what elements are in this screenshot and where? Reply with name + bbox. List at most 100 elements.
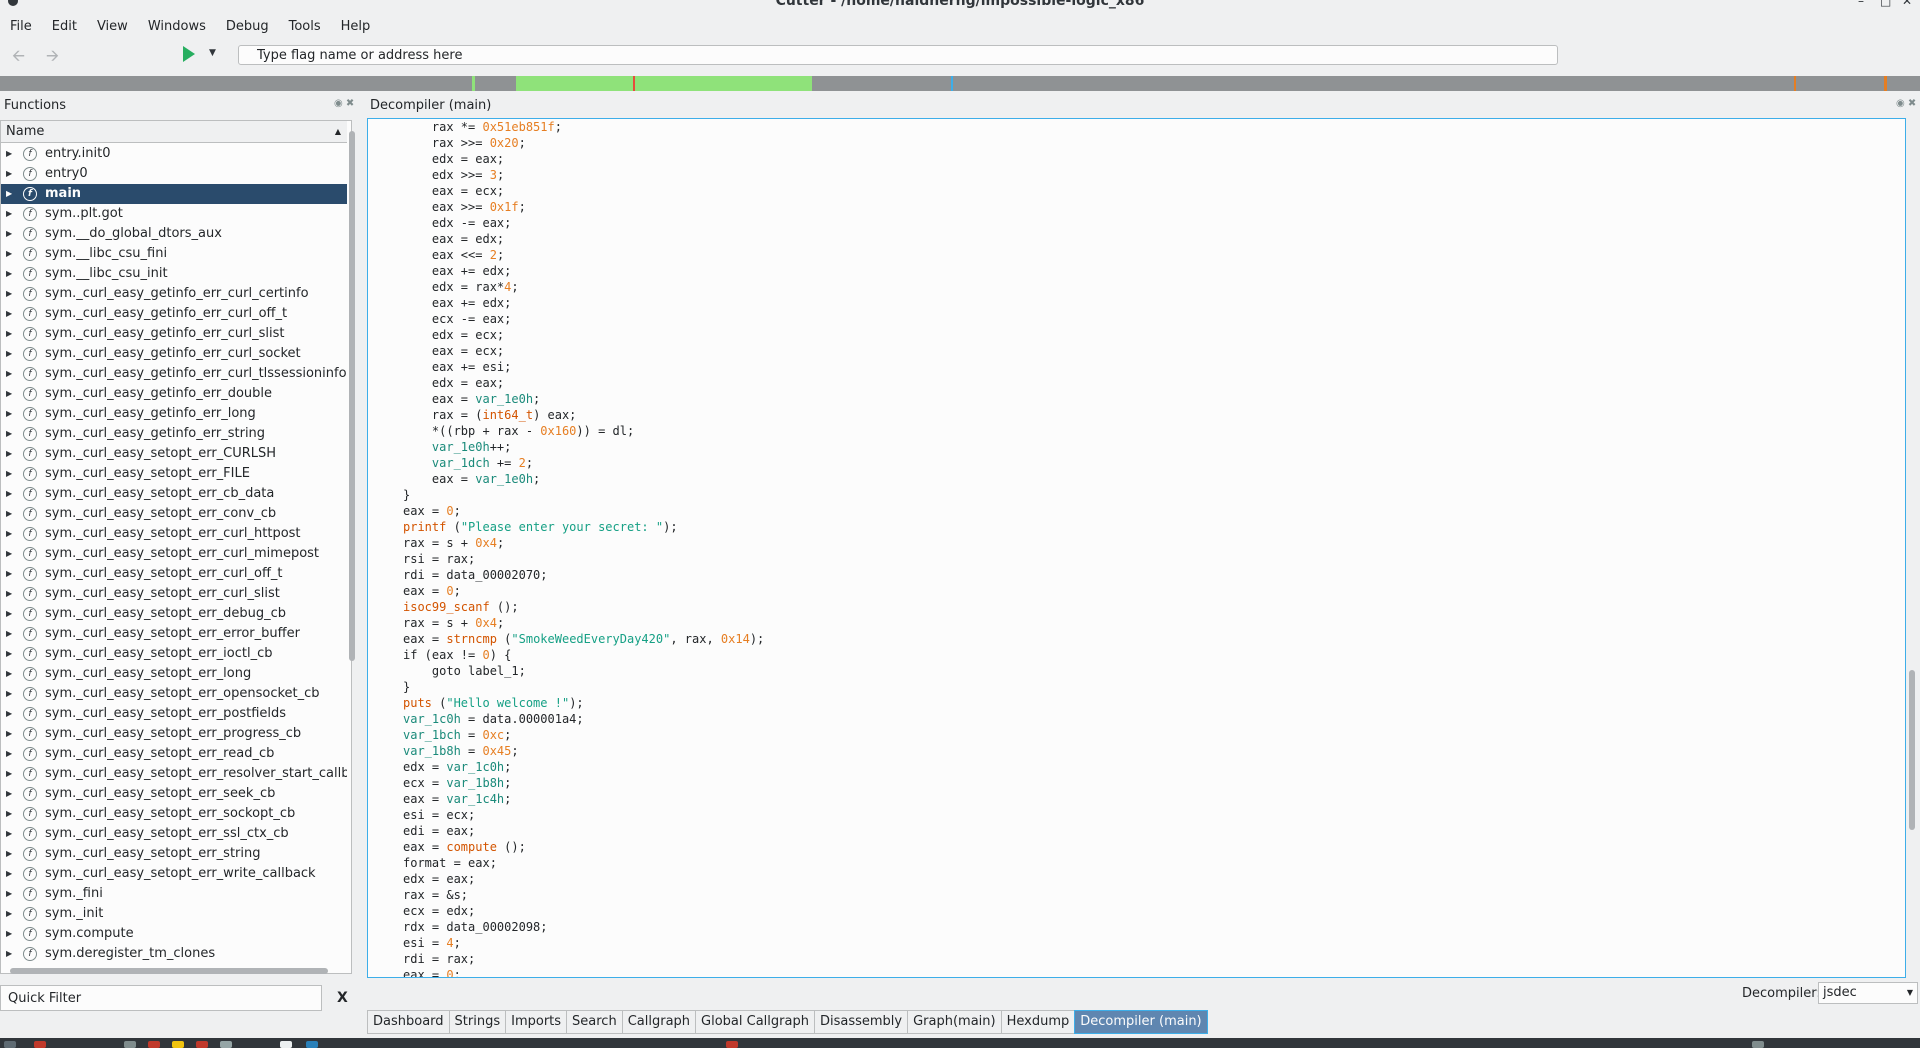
function-item[interactable]: ▶ f sym._curl_easy_setopt_err_write_callba… <box>1 864 347 884</box>
expand-arrow-icon[interactable]: ▶ <box>6 844 12 864</box>
menu-tools[interactable]: Tools <box>279 19 331 34</box>
taskbar-app-icon[interactable] <box>280 1041 292 1048</box>
expand-arrow-icon[interactable]: ▶ <box>6 624 12 644</box>
function-item[interactable]: ▶ f sym._curl_easy_setopt_err_error_buffer <box>1 624 347 644</box>
menu-windows[interactable]: Windows <box>138 19 216 34</box>
function-item[interactable]: ▶ f entry.init0 <box>1 144 347 164</box>
tab-imports[interactable]: Imports <box>505 1010 567 1034</box>
function-item[interactable]: ▶ f sym._curl_easy_setopt_err_CURLSH <box>1 444 347 464</box>
tab-hexdump[interactable]: Hexdump <box>1000 1010 1075 1034</box>
expand-arrow-icon[interactable]: ▶ <box>6 404 12 424</box>
quick-filter-input[interactable] <box>0 985 322 1011</box>
function-item[interactable]: ▶ f sym._curl_easy_setopt_err_opensocket_c… <box>1 684 347 704</box>
expand-arrow-icon[interactable]: ▶ <box>6 864 12 884</box>
expand-arrow-icon[interactable]: ▶ <box>6 244 12 264</box>
function-item[interactable]: ▶ f main <box>1 184 347 204</box>
dock-float-close-icon[interactable]: ◉ ✖ <box>1896 98 1916 109</box>
function-item[interactable]: ▶ f sym._curl_easy_setopt_err_ssl_ctx_cb <box>1 824 347 844</box>
dock-float-close-icon[interactable]: ◉ ✖ <box>334 98 354 109</box>
function-item[interactable]: ▶ f sym._curl_easy_getinfo_err_curl_certin… <box>1 284 347 304</box>
expand-arrow-icon[interactable]: ▶ <box>6 744 12 764</box>
taskbar-app-icon[interactable] <box>726 1041 738 1048</box>
expand-arrow-icon[interactable]: ▶ <box>6 164 12 184</box>
function-item[interactable]: ▶ f sym._fini <box>1 884 347 904</box>
expand-arrow-icon[interactable]: ▶ <box>6 384 12 404</box>
taskbar-app-icon[interactable] <box>172 1041 184 1048</box>
expand-arrow-icon[interactable]: ▶ <box>6 324 12 344</box>
menu-view[interactable]: View <box>87 19 138 34</box>
menu-file[interactable]: File <box>0 19 42 34</box>
tab-callgraph[interactable]: Callgraph <box>621 1010 696 1034</box>
expand-arrow-icon[interactable]: ▶ <box>6 904 12 924</box>
function-item[interactable]: ▶ f sym.__libc_csu_fini <box>1 244 347 264</box>
function-item[interactable]: ▶ f sym._curl_easy_setopt_err_seek_cb <box>1 784 347 804</box>
functions-horizontal-scrollbar[interactable] <box>0 966 346 976</box>
function-item[interactable]: ▶ f sym._curl_easy_setopt_err_debug_cb <box>1 604 347 624</box>
function-item[interactable]: ▶ f entry0 <box>1 164 347 184</box>
function-item[interactable]: ▶ f sym.compute <box>1 924 347 944</box>
maximize-icon[interactable]: □ <box>1880 0 1891 8</box>
expand-arrow-icon[interactable]: ▶ <box>6 784 12 804</box>
chevron-down-icon[interactable]: ▼ <box>209 48 216 58</box>
function-item[interactable]: ▶ f sym._curl_easy_setopt_err_curl_httpost <box>1 524 347 544</box>
expand-arrow-icon[interactable]: ▶ <box>6 944 12 962</box>
expand-arrow-icon[interactable]: ▶ <box>6 144 12 164</box>
expand-arrow-icon[interactable]: ▶ <box>6 364 12 384</box>
expand-arrow-icon[interactable]: ▶ <box>6 304 12 324</box>
expand-arrow-icon[interactable]: ▶ <box>6 684 12 704</box>
function-item[interactable]: ▶ f sym._curl_easy_getinfo_err_curl_slist <box>1 324 347 344</box>
expand-arrow-icon[interactable]: ▶ <box>6 204 12 224</box>
tab-strings[interactable]: Strings <box>448 1010 506 1034</box>
function-item[interactable]: ▶ f sym.__libc_csu_init <box>1 264 347 284</box>
expand-arrow-icon[interactable]: ▶ <box>6 604 12 624</box>
menu-help[interactable]: Help <box>331 19 381 34</box>
start-menu-icon[interactable] <box>4 1041 16 1048</box>
expand-arrow-icon[interactable]: ▶ <box>6 704 12 724</box>
decompiler-select[interactable]: jsdec ▼ <box>1818 982 1918 1004</box>
close-icon[interactable]: ✕ <box>1902 0 1912 8</box>
expand-arrow-icon[interactable]: ▶ <box>6 344 12 364</box>
expand-arrow-icon[interactable]: ▶ <box>6 424 12 444</box>
function-item[interactable]: ▶ f sym._curl_easy_getinfo_err_double <box>1 384 347 404</box>
function-item[interactable]: ▶ f sym._curl_easy_getinfo_err_curl_socket <box>1 344 347 364</box>
taskbar-app-icon[interactable] <box>148 1041 160 1048</box>
expand-arrow-icon[interactable]: ▶ <box>6 184 12 204</box>
function-item[interactable]: ▶ f sym._curl_easy_setopt_err_sockopt_cb <box>1 804 347 824</box>
function-item[interactable]: ▶ f sym._curl_easy_setopt_err_curl_mimepos… <box>1 544 347 564</box>
expand-arrow-icon[interactable]: ▶ <box>6 924 12 944</box>
expand-arrow-icon[interactable]: ▶ <box>6 764 12 784</box>
function-item[interactable]: ▶ f sym.deregister_tm_clones <box>1 944 347 962</box>
back-icon[interactable]: 🡨 <box>12 45 25 67</box>
tab-decompiler-main[interactable]: Decompiler (main) <box>1074 1010 1208 1034</box>
start-debug-icon[interactable] <box>183 46 195 62</box>
name-column-header[interactable]: Name ▲ <box>1 121 347 143</box>
function-item[interactable]: ▶ f sym._curl_easy_setopt_err_FILE <box>1 464 347 484</box>
expand-arrow-icon[interactable]: ▶ <box>6 804 12 824</box>
function-item[interactable]: ▶ f sym._curl_easy_setopt_err_postfields <box>1 704 347 724</box>
expand-arrow-icon[interactable]: ▶ <box>6 444 12 464</box>
expand-arrow-icon[interactable]: ▶ <box>6 504 12 524</box>
expand-arrow-icon[interactable]: ▶ <box>6 544 12 564</box>
function-item[interactable]: ▶ f sym._curl_easy_setopt_err_curl_slist <box>1 584 347 604</box>
expand-arrow-icon[interactable]: ▶ <box>6 564 12 584</box>
expand-arrow-icon[interactable]: ▶ <box>6 264 12 284</box>
function-item[interactable]: ▶ f sym._init <box>1 904 347 924</box>
address-navigation-bar[interactable] <box>0 76 1920 91</box>
expand-arrow-icon[interactable]: ▶ <box>6 724 12 744</box>
tray-icon[interactable] <box>1752 1041 1764 1048</box>
function-item[interactable]: ▶ f sym._curl_easy_setopt_err_read_cb <box>1 744 347 764</box>
decompiler-view[interactable]: rax *= 0x51eb851f; rax >>= 0x20; edx = e… <box>367 118 1906 978</box>
tab-global-callgraph[interactable]: Global Callgraph <box>695 1010 814 1034</box>
function-item[interactable]: ▶ f sym._curl_easy_setopt_err_curl_off_t <box>1 564 347 584</box>
flag-address-input[interactable] <box>238 45 1558 65</box>
function-item[interactable]: ▶ f sym._curl_easy_setopt_err_progress_cb <box>1 724 347 744</box>
clear-filter-button[interactable]: X <box>337 990 348 1006</box>
app-launcher-icon[interactable] <box>34 1041 46 1048</box>
function-item[interactable]: ▶ f sym..plt.got <box>1 204 347 224</box>
expand-arrow-icon[interactable]: ▶ <box>6 464 12 484</box>
taskbar-app-icon[interactable] <box>196 1041 208 1048</box>
expand-arrow-icon[interactable]: ▶ <box>6 664 12 684</box>
expand-arrow-icon[interactable]: ▶ <box>6 584 12 604</box>
taskbar-app-icon[interactable] <box>220 1041 232 1048</box>
function-item[interactable]: ▶ f sym._curl_easy_setopt_err_resolver_sta… <box>1 764 347 784</box>
